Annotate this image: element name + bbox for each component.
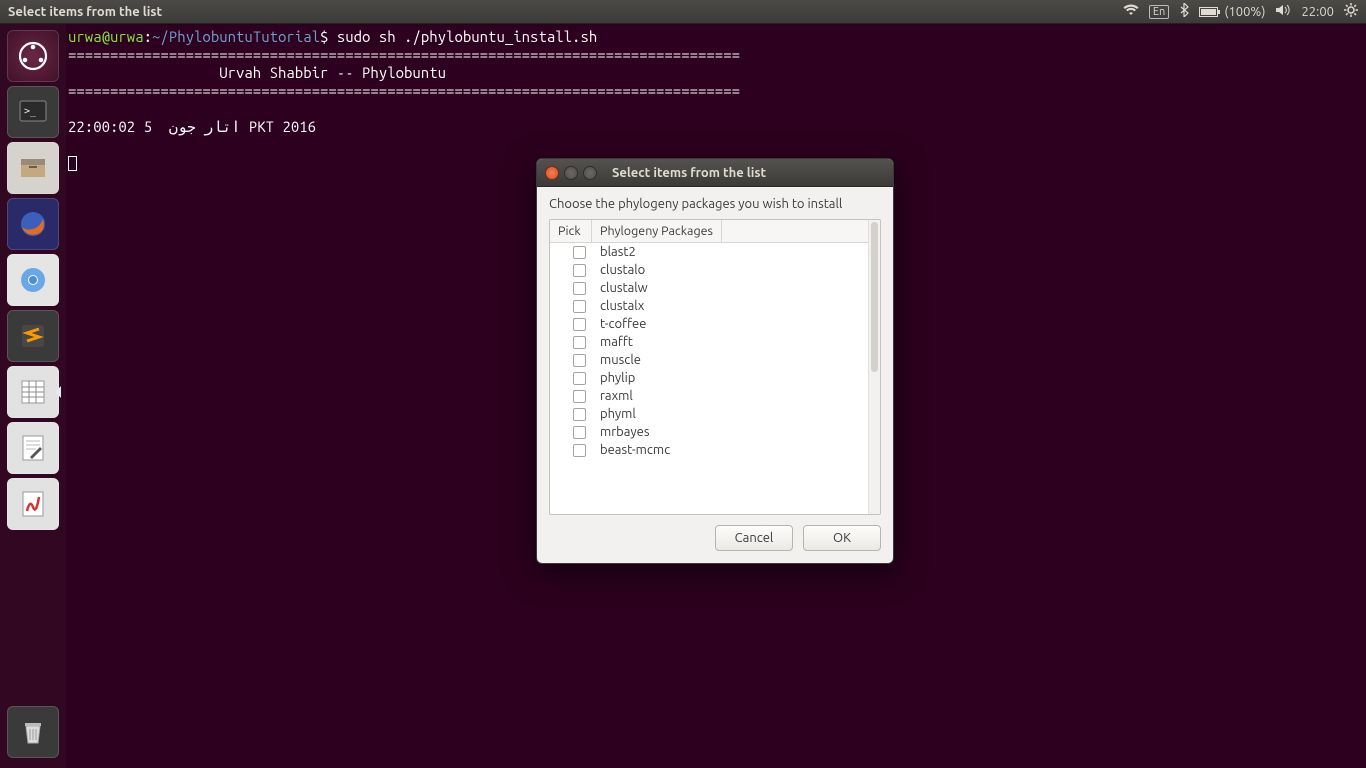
bluetooth-icon[interactable]	[1179, 3, 1189, 20]
list-item[interactable]: phyml	[550, 405, 868, 423]
command-text: sudo sh ./phylobuntu_install.sh	[337, 28, 597, 45]
package-name: blast2	[600, 245, 636, 259]
package-name: phylip	[600, 371, 635, 385]
column-packages[interactable]: Phylogeny Packages	[592, 220, 722, 242]
cursor	[68, 156, 77, 171]
list-item[interactable]: beast-mcmc	[550, 441, 868, 459]
list-item[interactable]: phylip	[550, 369, 868, 387]
ok-button[interactable]: OK	[803, 525, 881, 551]
list-item[interactable]: muscle	[550, 351, 868, 369]
list-item[interactable]: clustalw	[550, 279, 868, 297]
svg-text:>_: >_	[24, 106, 37, 117]
firefox-icon[interactable]	[7, 198, 59, 250]
indicator-area: En (100%) 22:00	[1123, 3, 1358, 20]
volume-icon[interactable]	[1275, 3, 1291, 20]
package-name: clustalw	[600, 281, 648, 295]
minimize-icon[interactable]	[564, 166, 578, 180]
terminal-icon[interactable]: >_	[7, 86, 59, 138]
checkbox[interactable]	[573, 282, 586, 295]
separator-line: ========================================…	[68, 82, 740, 99]
checkbox[interactable]	[573, 354, 586, 367]
scrollbar-thumb[interactable]	[871, 222, 878, 372]
prompt-path: ~/PhylobuntuTutorial	[152, 28, 320, 45]
text-editor-icon[interactable]	[7, 422, 59, 474]
zenity-dialog: Select items from the list Choose the ph…	[536, 158, 894, 564]
package-name: beast-mcmc	[600, 443, 670, 457]
package-name: clustalo	[600, 263, 645, 277]
dialog-titlebar[interactable]: Select items from the list	[537, 159, 893, 187]
sublime-icon[interactable]	[7, 310, 59, 362]
package-name: phyml	[600, 407, 636, 421]
scrollbar[interactable]	[868, 220, 880, 514]
package-list: Pick Phylogeny Packages blast2 clustalo cl…	[549, 219, 881, 515]
package-name: raxml	[600, 389, 633, 403]
gear-icon[interactable]	[1344, 3, 1358, 20]
list-item[interactable]: clustalx	[550, 297, 868, 315]
package-name: t-coffee	[600, 317, 646, 331]
list-item[interactable]: raxml	[550, 387, 868, 405]
battery-icon[interactable]: (100%)	[1199, 5, 1265, 19]
wifi-icon[interactable]	[1123, 4, 1139, 19]
checkbox[interactable]	[573, 372, 586, 385]
cancel-button[interactable]: Cancel	[715, 525, 793, 551]
window-title: Select items from the list	[8, 5, 162, 19]
list-item[interactable]: mafft	[550, 333, 868, 351]
dialog-title: Select items from the list	[612, 166, 885, 180]
checkbox[interactable]	[573, 336, 586, 349]
chromium-icon[interactable]	[7, 254, 59, 306]
dash-icon[interactable]	[7, 30, 59, 82]
list-item[interactable]: mrbayes	[550, 423, 868, 441]
package-name: mafft	[600, 335, 633, 349]
list-item[interactable]: blast2	[550, 243, 868, 261]
list-header: Pick Phylogeny Packages	[550, 220, 868, 243]
spreadsheet-icon[interactable]	[7, 366, 59, 418]
list-item[interactable]: clustalo	[550, 261, 868, 279]
banner-text: Urvah Shabbir -- Phylobuntu	[68, 64, 446, 81]
dialog-instruction: Choose the phylogeny packages you wish t…	[549, 197, 881, 211]
checkbox[interactable]	[573, 300, 586, 313]
checkbox[interactable]	[573, 264, 586, 277]
trash-icon[interactable]	[7, 706, 59, 758]
clock[interactable]: 22:00	[1301, 5, 1334, 19]
unity-launcher: >_	[0, 24, 66, 768]
column-pick[interactable]: Pick	[550, 220, 592, 242]
checkbox[interactable]	[573, 426, 586, 439]
checkbox[interactable]	[573, 390, 586, 403]
package-name: clustalx	[600, 299, 644, 313]
checkbox[interactable]	[573, 408, 586, 421]
package-name: mrbayes	[600, 425, 649, 439]
prompt-user: urwa@urwa	[68, 28, 144, 45]
list-item[interactable]: t-coffee	[550, 315, 868, 333]
checkbox[interactable]	[573, 444, 586, 457]
checkbox[interactable]	[573, 318, 586, 331]
close-icon[interactable]	[545, 166, 559, 180]
date-line: اتار جون 5 22:00:02 PKT 2016	[68, 118, 316, 135]
checkbox[interactable]	[573, 246, 586, 259]
maximize-icon[interactable]	[583, 166, 597, 180]
document-viewer-icon[interactable]	[7, 478, 59, 530]
separator-line: ========================================…	[68, 46, 740, 63]
package-name: muscle	[600, 353, 641, 367]
files-icon[interactable]	[7, 142, 59, 194]
top-menubar: Select items from the list En (100%) 22:…	[0, 0, 1366, 24]
language-indicator[interactable]: En	[1149, 5, 1169, 19]
launcher-expand-arrow[interactable]	[55, 386, 61, 398]
